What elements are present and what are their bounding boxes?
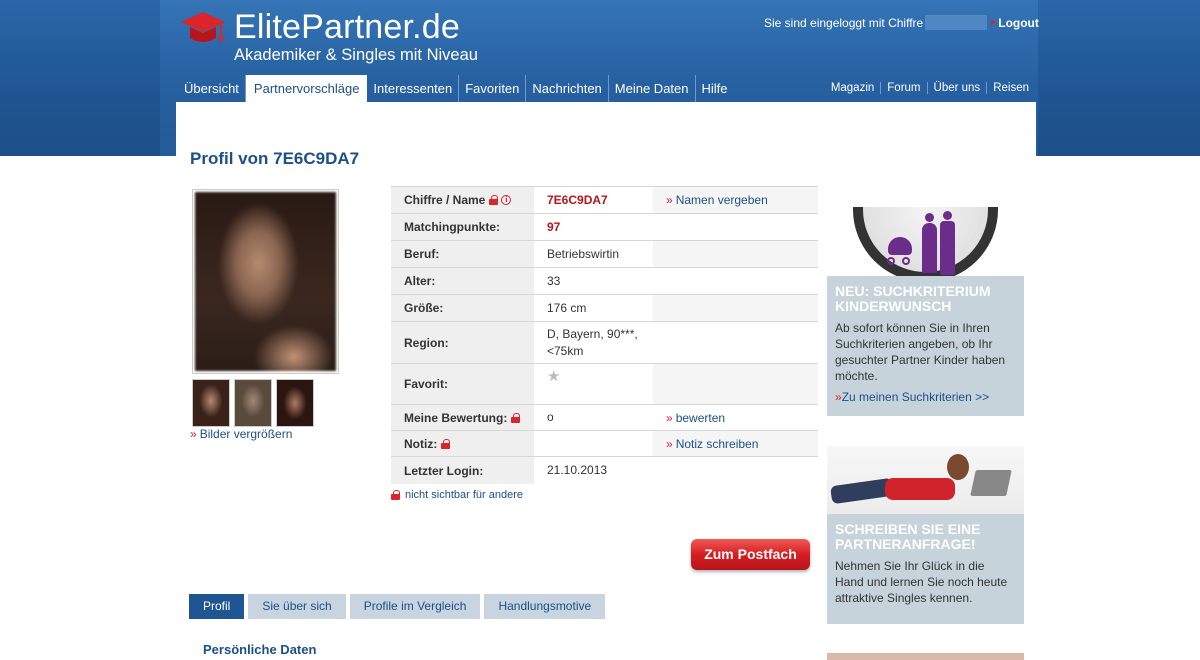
logout-link[interactable]: Logout — [998, 16, 1039, 30]
row-label: Letzter Login: — [391, 457, 534, 484]
lock-icon — [511, 412, 521, 423]
row-value: 33 — [547, 273, 561, 288]
nav-favoriten[interactable]: Favoriten — [459, 75, 527, 102]
table-row: Region: D, Bayern, 90***, <75km — [391, 322, 818, 364]
search-criteria-link[interactable]: »Zu meinen Suchkriterien >> — [827, 384, 1024, 404]
profile-info-table: Chiffre / Name i 7E6C9DA7 » Namen vergeben… — [391, 186, 818, 484]
table-row: Letzter Login: 21.10.2013 — [391, 457, 818, 484]
row-label: Favorit: — [391, 364, 534, 404]
profile-tabs: Profil Sie über sich Profile im Vergleic… — [189, 594, 606, 619]
info-icon[interactable]: i — [501, 195, 512, 205]
woman-laptop-image — [827, 446, 1024, 514]
photo-thumbnail[interactable] — [276, 379, 314, 427]
row-label: Größe: — [391, 295, 534, 321]
row-value: o — [547, 410, 554, 424]
assign-name-link[interactable]: » Namen vergeben — [653, 187, 818, 213]
row-value: D, Bayern, 90***, <75km — [547, 326, 638, 358]
family-illustration — [827, 207, 1024, 276]
chiffre-redacted — [925, 15, 988, 30]
promo-headline: SCHREIBEN SIE EINE PARTNERANFRAGE! — [835, 521, 981, 552]
nav-uebersicht[interactable]: Übersicht — [178, 75, 246, 102]
promo-text: Nehmen Sie Ihr Glück in die Hand und ler… — [835, 559, 1008, 605]
row-value: 97 — [547, 219, 561, 234]
photo-thumbnail[interactable] — [192, 379, 230, 427]
photo-thumbnail[interactable] — [234, 379, 272, 427]
privacy-legend: nicht sichtbar für andere — [391, 489, 523, 501]
login-info: Sie sind eingeloggt mit Chiffre ▸ Logout — [764, 15, 1039, 30]
row-label: Alter: — [391, 268, 534, 294]
login-text: Sie sind eingeloggt mit Chiffre — [764, 15, 924, 30]
photo-thumbnails — [192, 379, 314, 427]
meta-magazin[interactable]: Magazin — [825, 82, 882, 94]
table-row: Matchingpunkte: 97 — [391, 214, 818, 241]
promo-third — [827, 653, 1024, 660]
table-row: Favorit: ★ — [391, 364, 818, 405]
nav-hilfe[interactable]: Hilfe — [696, 75, 734, 102]
lock-icon — [441, 438, 451, 449]
promo-text: Ab sofort können Sie in Ihren Suchkriter… — [835, 321, 1006, 383]
row-label: Region: — [391, 322, 534, 363]
row-value: 21.10.2013 — [547, 463, 608, 477]
row-value: Betriebswirtin — [547, 246, 620, 261]
rate-link[interactable]: » bewerten — [653, 405, 818, 430]
row-value — [534, 431, 653, 456]
favorite-toggle[interactable]: ★ — [534, 364, 653, 404]
row-label: Matchingpunkte: — [391, 214, 534, 240]
row-value: 7E6C9DA7 — [547, 192, 608, 207]
tab-profile-im-vergleich[interactable]: Profile im Vergleich — [349, 594, 481, 619]
enlarge-photos-link[interactable]: » Bilder vergrößern — [190, 427, 292, 441]
meta-nav: Magazin Forum Über uns Reisen — [825, 82, 1029, 94]
tab-handlungsmotive[interactable]: Handlungsmotive — [484, 594, 606, 619]
nav-nachrichten[interactable]: Nachrichten — [526, 75, 609, 102]
page-title: Profil von 7E6C9DA7 — [190, 149, 360, 168]
nav-meine-daten[interactable]: Meine Daten — [609, 75, 696, 102]
table-row: Beruf: Betriebswirtin — [391, 241, 818, 268]
main-nav: Übersicht Partnervorschläge Interessente… — [178, 75, 734, 102]
row-label: Notiz: — [391, 431, 534, 456]
promo-partneranfrage[interactable]: SCHREIBEN SIE EINE PARTNERANFRAGE! Nehme… — [827, 446, 1024, 624]
row-label: Meine Bewertung: — [391, 405, 534, 430]
table-row: Größe: 176 cm — [391, 295, 818, 322]
lock-icon — [391, 490, 400, 500]
graduation-cap-icon — [181, 12, 225, 42]
row-label: Beruf: — [391, 241, 534, 267]
write-note-link[interactable]: » Notiz schreiben — [653, 431, 818, 456]
section-title: Persönliche Daten — [203, 642, 317, 657]
lock-icon — [489, 195, 499, 205]
nav-interessenten[interactable]: Interessenten — [367, 75, 460, 102]
tab-profil[interactable]: Profil — [189, 594, 245, 619]
profile-photo[interactable] — [192, 189, 339, 374]
meta-reisen[interactable]: Reisen — [987, 82, 1029, 94]
table-row: Meine Bewertung: o » bewerten — [391, 405, 818, 431]
table-row: Alter: 33 — [391, 268, 818, 295]
tab-sie-ueber-sich[interactable]: Sie über sich — [248, 594, 346, 619]
arrow-right-icon: ▸ — [991, 17, 997, 28]
row-value: 176 cm — [547, 300, 587, 315]
star-icon: ★ — [547, 368, 561, 385]
table-row: Notiz: » Notiz schreiben — [391, 431, 818, 457]
promo-headline: NEU: SUCHKRITERIUM KINDERWUNSCH — [835, 283, 991, 314]
row-label: Chiffre / Name i — [391, 187, 534, 213]
logo-tagline: Akademiker & Singles mit Niveau — [234, 46, 478, 64]
meta-ueber-uns[interactable]: Über uns — [928, 82, 988, 94]
promo-kinderwunsch[interactable]: NEU: SUCHKRITERIUM KINDERWUNSCH Ab sofor… — [827, 207, 1024, 416]
table-row: Chiffre / Name i 7E6C9DA7 » Namen vergeben — [391, 187, 818, 214]
mailbox-button[interactable]: Zum Postfach — [691, 539, 810, 570]
nav-partnervorschlaege[interactable]: Partnervorschläge — [245, 75, 368, 102]
meta-forum[interactable]: Forum — [881, 82, 928, 94]
logo-text: ElitePartner.de — [234, 8, 461, 46]
